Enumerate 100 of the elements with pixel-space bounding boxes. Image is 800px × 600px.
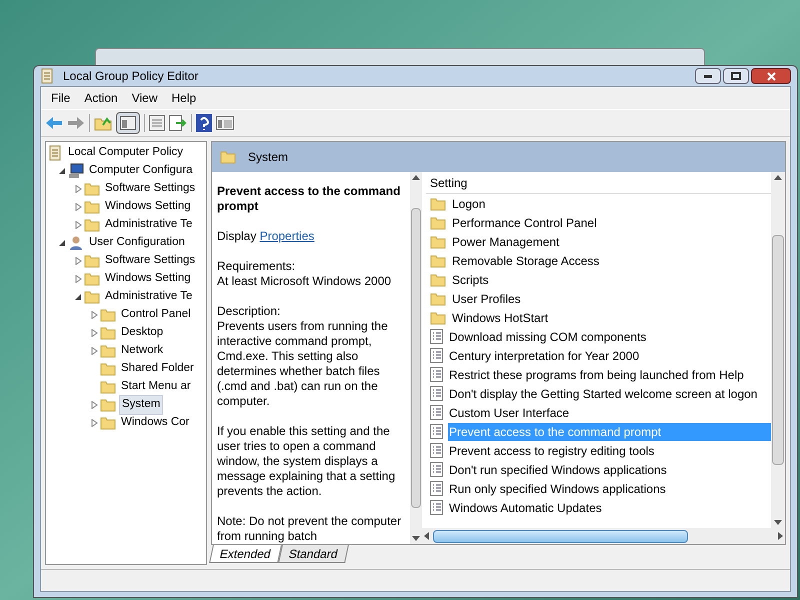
expanded-triangle-icon[interactable]	[59, 167, 66, 175]
list-item[interactable]: Windows Automatic Updates	[448, 498, 771, 516]
properties-link[interactable]: Properties	[260, 229, 314, 243]
list-item[interactable]: Power Management	[451, 232, 771, 250]
menu-item[interactable]: Help	[166, 89, 202, 107]
scroll-right-icon[interactable]	[778, 532, 783, 540]
list-icon[interactable]	[149, 115, 165, 131]
tree-item[interactable]: Network	[119, 342, 166, 360]
tree-item[interactable]: Local Computer Policy	[66, 144, 186, 162]
forward-arrow-icon[interactable]	[67, 116, 85, 130]
tree-item[interactable]: Computer Configura	[87, 162, 195, 180]
list-item[interactable]: Century interpretation for Year 2000	[448, 346, 771, 364]
maximize-button[interactable]	[723, 68, 749, 84]
pane-title: System	[248, 149, 288, 166]
scroll-thumb[interactable]	[411, 208, 421, 508]
minimize-button[interactable]	[695, 68, 721, 84]
list-item[interactable]: Logon	[451, 194, 771, 212]
display-label: Display	[217, 229, 256, 243]
tree-item[interactable]: Start Menu ar	[119, 378, 193, 396]
folder-up-icon[interactable]	[94, 115, 112, 131]
folder-icon	[100, 398, 116, 412]
list-item[interactable]: User Profiles	[451, 290, 771, 308]
close-button[interactable]	[751, 68, 791, 84]
vertical-scrollbar[interactable]	[410, 172, 422, 544]
folder-icon	[84, 290, 100, 304]
collapsed-triangle-icon[interactable]	[91, 419, 98, 427]
collapsed-triangle-icon[interactable]	[75, 185, 82, 193]
setting-document-icon	[430, 481, 443, 496]
list-item[interactable]: Custom User Interface	[448, 404, 771, 422]
list-item[interactable]: Download missing COM components	[448, 328, 771, 346]
computer-icon	[68, 163, 84, 179]
tree-item[interactable]: Software Settings	[103, 252, 198, 270]
folder-icon	[84, 200, 100, 214]
folder-icon	[100, 308, 116, 322]
setting-document-icon	[430, 405, 443, 420]
collapsed-triangle-icon[interactable]	[75, 257, 82, 265]
description-paragraph: Note: Do not prevent the computer from running batch	[217, 514, 402, 544]
menu-item[interactable]: Action	[78, 89, 124, 107]
menu-item[interactable]: View	[126, 89, 164, 107]
scroll-left-icon[interactable]	[424, 532, 429, 540]
setting-document-icon	[430, 348, 443, 363]
folder-icon	[430, 216, 446, 230]
tree-item[interactable]: Software Settings	[103, 180, 198, 198]
setting-document-icon	[430, 500, 443, 515]
setting-document-icon	[430, 386, 443, 401]
export-list-icon[interactable]	[169, 115, 187, 131]
list-item[interactable]: Windows HotStart	[451, 308, 771, 326]
back-arrow-icon[interactable]	[45, 116, 63, 130]
list-item[interactable]: Restrict these programs from being launched from Help	[448, 366, 771, 384]
scroll-thumb[interactable]	[772, 235, 784, 465]
tree-item[interactable]: Windows Setting	[103, 198, 193, 216]
expanded-triangle-icon[interactable]	[59, 239, 66, 247]
collapsed-triangle-icon[interactable]	[91, 329, 98, 337]
list-item[interactable]: Don't display the Getting Started welcome screen at logon	[448, 384, 771, 402]
tree-item[interactable]: Administrative Te	[103, 216, 194, 234]
folder-icon	[100, 326, 116, 340]
scroll-down-icon[interactable]	[412, 536, 420, 541]
folder-icon	[100, 362, 116, 376]
view-tab[interactable]: Extended	[209, 545, 282, 563]
folder-icon	[84, 218, 100, 232]
tree-item[interactable]: Windows Setting	[103, 270, 193, 288]
list-item[interactable]: Scripts	[451, 270, 771, 288]
pane-icon[interactable]	[216, 116, 234, 130]
menu-item[interactable]: File	[45, 89, 76, 107]
list-item[interactable]: Removable Storage Access	[451, 252, 771, 270]
folder-icon	[430, 196, 446, 210]
tree-item[interactable]: Desktop	[119, 324, 166, 342]
view-tab[interactable]: Standard	[278, 545, 348, 563]
help-icon[interactable]	[196, 114, 212, 132]
vertical-scrollbar[interactable]	[771, 172, 785, 528]
collapsed-triangle-icon[interactable]	[91, 347, 98, 355]
scroll-thumb[interactable]	[433, 530, 688, 542]
collapsed-triangle-icon[interactable]	[91, 401, 98, 409]
expanded-triangle-icon[interactable]	[75, 293, 82, 301]
description-paragraph: Requirements: At least Microsoft Windows 2000	[217, 259, 392, 289]
show-tree-button[interactable]	[116, 112, 140, 134]
tree-item[interactable]: User Configuration	[87, 234, 187, 252]
folder-icon	[84, 272, 100, 286]
folder-icon	[100, 344, 116, 358]
collapsed-triangle-icon[interactable]	[75, 203, 82, 211]
collapsed-triangle-icon[interactable]	[75, 221, 82, 229]
tree-item[interactable]: Control Panel	[119, 306, 193, 324]
horizontal-scrollbar[interactable]	[422, 528, 785, 544]
list-item[interactable]: Performance Control Panel	[451, 214, 771, 232]
folder-icon	[430, 310, 446, 324]
list-item[interactable]: Run only specified Windows applications	[448, 480, 771, 498]
scroll-icon	[48, 145, 63, 161]
tree-item[interactable]: Windows Cor	[119, 414, 192, 432]
setting-document-icon	[430, 462, 443, 477]
scroll-down-icon[interactable]	[774, 520, 782, 525]
folder-icon	[100, 380, 116, 394]
scroll-up-icon[interactable]	[412, 175, 420, 180]
tree-item[interactable]: System	[119, 395, 164, 415]
collapsed-triangle-icon[interactable]	[91, 311, 98, 319]
tree-item[interactable]: Administrative Te	[103, 288, 194, 306]
list-item[interactable]: Don't run specified Windows applications	[448, 460, 771, 478]
scroll-up-icon[interactable]	[774, 175, 782, 180]
list-item[interactable]: Prevent access to registry editing tools	[448, 442, 771, 460]
tree-item[interactable]: Shared Folder	[119, 360, 196, 378]
collapsed-triangle-icon[interactable]	[75, 275, 82, 283]
